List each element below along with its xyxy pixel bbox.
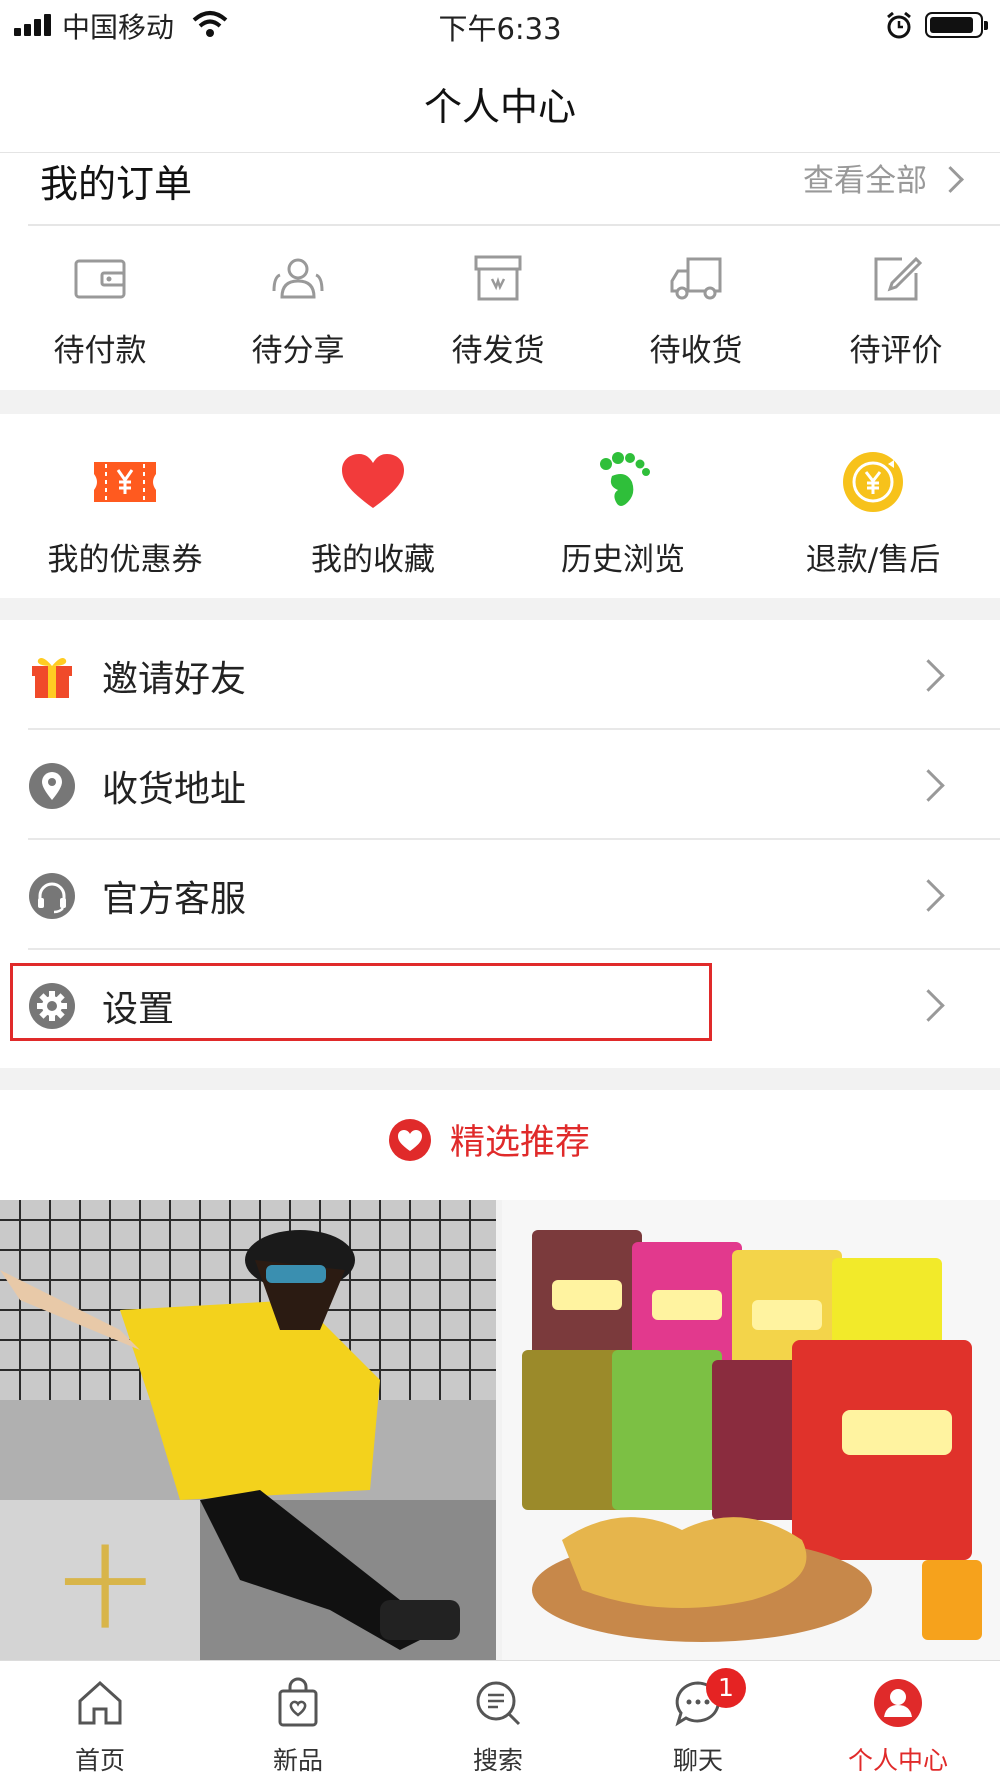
tab-bar: 首页 新品 搜索 聊天 个人中心 (0, 1660, 1000, 1779)
heart-badge-icon (389, 1119, 431, 1161)
order-status-pending-payment[interactable]: 待付款 (0, 253, 200, 383)
tool-label: 我的收藏 (311, 542, 435, 578)
tab-label: 搜索 (472, 1746, 523, 1775)
status-bar: 中国移动 下午6:33 (0, 0, 1000, 48)
status-time: 下午6:33 (438, 12, 562, 46)
package-icon (474, 255, 522, 301)
bag-icon (278, 1677, 318, 1727)
browse-history-item[interactable]: 历史浏览 (498, 450, 748, 590)
orders-section: 我的订单 查看全部 待付款 待分享 待发货 待收货 待评价 (0, 153, 1000, 390)
tab-profile[interactable]: 个人中心 (798, 1677, 998, 1777)
page-title: 个人中心 (423, 85, 576, 129)
battery-icon (925, 12, 988, 38)
tab-home[interactable]: 首页 (0, 1677, 200, 1777)
order-status-pending-shipment[interactable]: 待发货 (398, 253, 598, 383)
order-status-label: 待付款 (53, 333, 147, 369)
noodle-snack-photo (502, 1200, 1000, 1660)
tools-section: 我的优惠券 我的收藏 历史浏览 退款/售后 (0, 414, 1000, 598)
highlight-box (10, 963, 712, 1041)
menu-label: 收货地址 (102, 769, 247, 810)
order-status-pending-review[interactable]: 待评价 (796, 253, 996, 383)
svg-text:十: 十 (60, 1537, 150, 1642)
menu-label: 官方客服 (102, 879, 247, 920)
refund-icon (843, 452, 903, 512)
order-status-label: 待发货 (451, 333, 545, 369)
divider (28, 224, 1000, 226)
my-favorites-item[interactable]: 我的收藏 (248, 450, 498, 590)
invite-friends-row[interactable]: 邀请好友 (0, 620, 1000, 730)
order-status-pending-receipt[interactable]: 待收货 (596, 253, 796, 383)
wallet-icon (74, 259, 126, 299)
order-status-label: 待收货 (649, 333, 743, 369)
tab-label: 聊天 (672, 1746, 723, 1775)
truck-icon (670, 257, 722, 300)
heart-icon (342, 454, 404, 508)
recommend-title: 精选推荐 (450, 1123, 591, 1163)
alarm-icon (887, 11, 911, 39)
chevron-right-icon (912, 879, 945, 912)
gift-icon (32, 658, 72, 698)
footprint-icon (600, 452, 650, 506)
chevron-right-icon (912, 659, 945, 692)
tab-new-products[interactable]: 新品 (198, 1677, 398, 1777)
recommend-header: 精选推荐 (0, 1090, 1000, 1200)
girl-fashion-photo: 十 (0, 1200, 496, 1660)
tool-label: 退款/售后 (805, 542, 941, 578)
search-icon (476, 1681, 521, 1726)
location-icon (29, 763, 75, 809)
view-all-orders-link[interactable]: 查看全部 (803, 155, 964, 200)
product-card[interactable]: 十 (0, 1200, 496, 1660)
order-status-label: 待分享 (251, 333, 345, 369)
chevron-right-icon (937, 166, 964, 193)
headset-icon (29, 873, 75, 919)
tab-label: 首页 (74, 1746, 125, 1775)
tab-chat[interactable]: 聊天 (598, 1677, 798, 1777)
my-coupons-item[interactable]: 我的优惠券 (0, 450, 250, 590)
refund-aftersale-item[interactable]: 退款/售后 (748, 450, 998, 590)
customer-service-row[interactable]: 官方客服 (0, 840, 1000, 950)
orders-title: 我的订单 (40, 162, 193, 206)
home-icon (78, 1680, 122, 1725)
chevron-right-icon (912, 769, 945, 802)
tab-label: 新品 (272, 1746, 323, 1775)
tool-label: 历史浏览 (561, 542, 685, 578)
menu-label: 邀请好友 (102, 659, 247, 700)
tab-label: 个人中心 (847, 1746, 948, 1775)
profile-icon (874, 1679, 922, 1727)
users-icon (272, 258, 324, 299)
order-status-label: 待评价 (849, 333, 943, 369)
page-header: 个人中心 (0, 48, 1000, 153)
chat-unread-badge: 1 (706, 1668, 746, 1708)
tab-search[interactable]: 搜索 (398, 1677, 598, 1777)
shipping-address-row[interactable]: 收货地址 (0, 730, 1000, 840)
order-status-pending-share[interactable]: 待分享 (198, 253, 398, 383)
coupon-icon (94, 462, 156, 502)
product-card[interactable] (502, 1200, 1000, 1660)
view-all-label: 查看全部 (803, 163, 927, 199)
tool-label: 我的优惠券 (47, 542, 203, 578)
chevron-right-icon (912, 989, 945, 1022)
edit-icon (874, 256, 923, 301)
